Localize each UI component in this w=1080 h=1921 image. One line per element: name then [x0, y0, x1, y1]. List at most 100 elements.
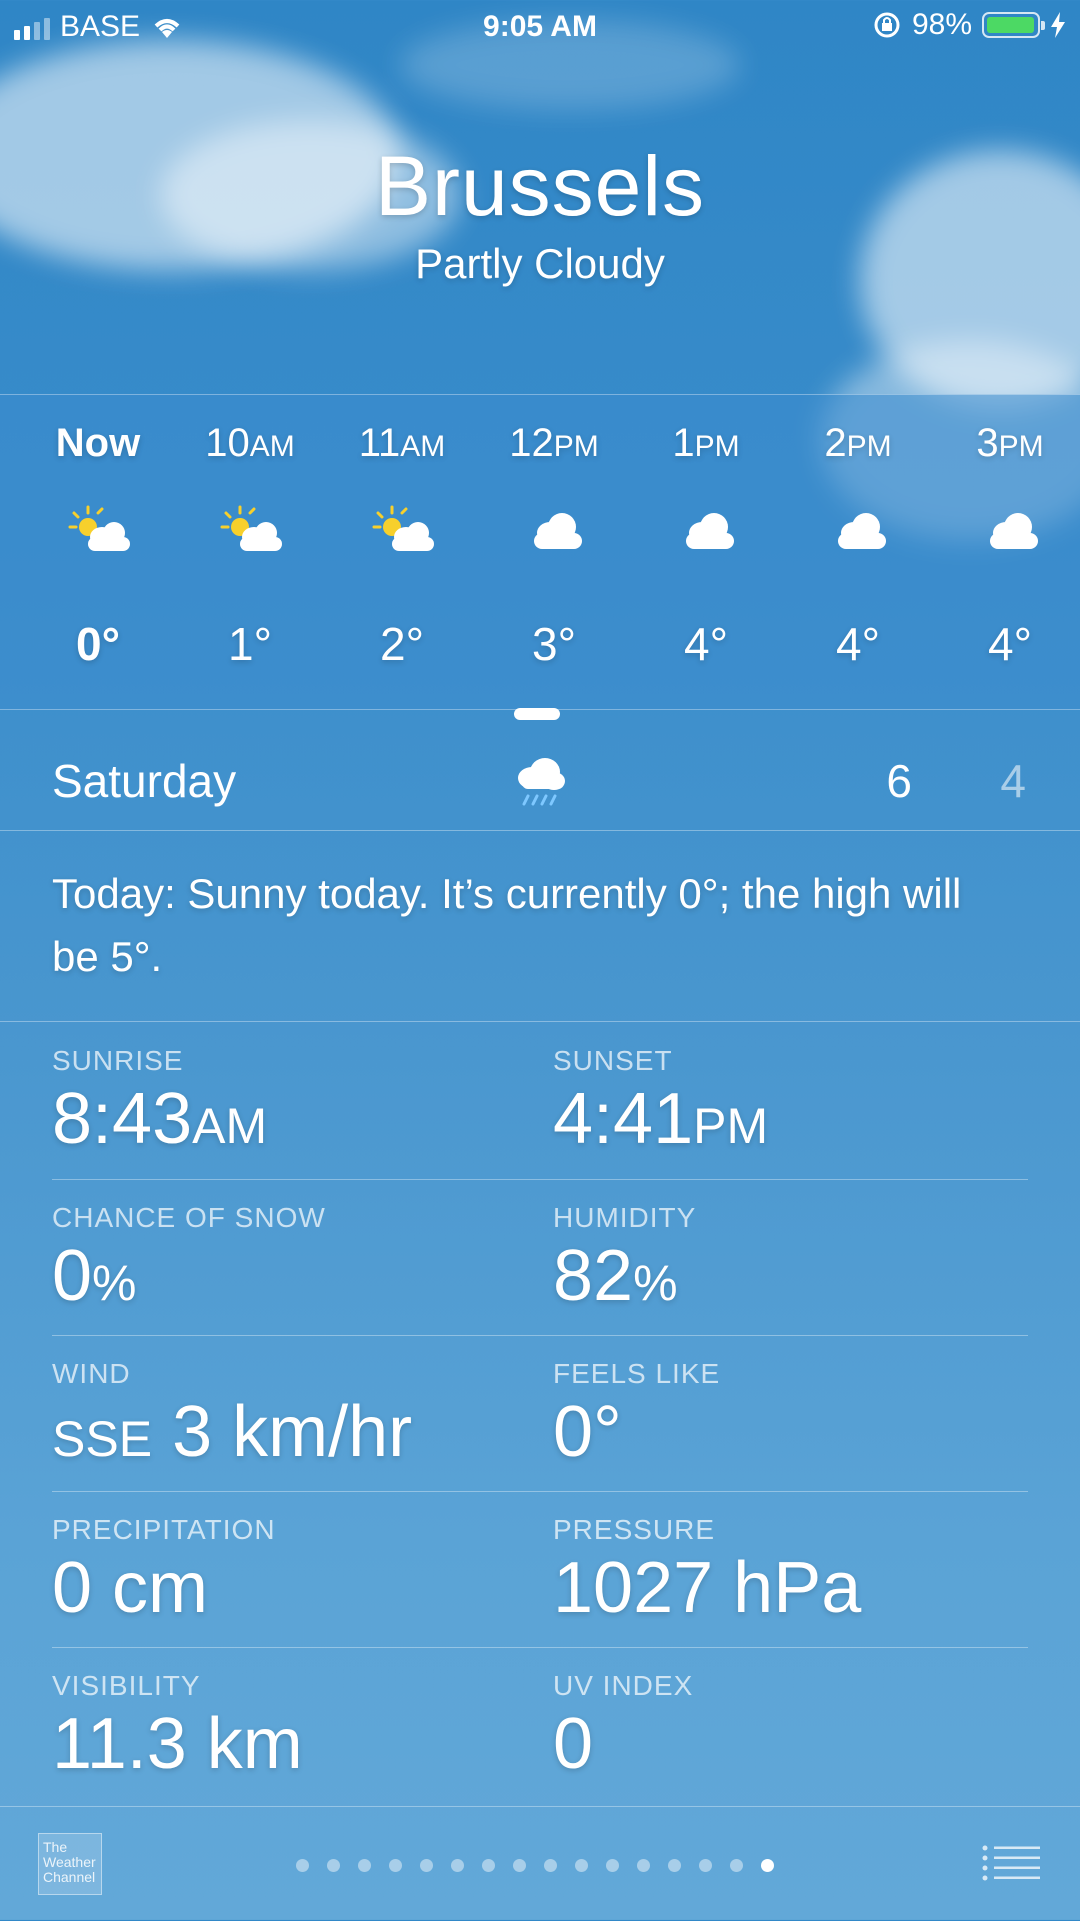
detail-value: 1027 hPa	[553, 1548, 862, 1628]
detail-pressure: PRESSURE 1027 hPa	[553, 1514, 1033, 1624]
today-summary: Today: Sunny today. It’s currently 0°; t…	[52, 870, 962, 980]
cloud-icon	[524, 505, 588, 555]
hourly-time: 11AM	[358, 421, 446, 465]
page-dot[interactable]	[389, 1859, 402, 1872]
divider	[0, 830, 1080, 831]
detail-label: SUNSET	[553, 1045, 673, 1076]
hourly-temp: 4°	[836, 618, 880, 670]
hourly-item: 10AM 1°	[180, 395, 320, 709]
sun-cloud-icon	[372, 505, 436, 555]
page-dot[interactable]	[513, 1859, 526, 1872]
divider	[52, 1647, 1028, 1648]
detail-sunrise: SUNRISE 8:43AM	[52, 1045, 532, 1162]
detail-value: SSE 3 km/hr	[52, 1392, 413, 1472]
detail-uv-index: UV INDEX 0	[553, 1670, 1033, 1780]
hourly-time: 1PM	[672, 421, 740, 465]
hourly-item: Now 0°	[28, 395, 168, 709]
orientation-lock-icon	[874, 12, 900, 38]
current-condition: Partly Cloudy	[415, 240, 665, 287]
cloud-icon	[514, 708, 560, 720]
detail-value: 0%	[52, 1236, 137, 1316]
detail-humidity: HUMIDITY 82%	[553, 1202, 1033, 1319]
page-dot[interactable]	[575, 1859, 588, 1872]
hourly-item: 3PM 4°	[940, 395, 1080, 709]
page-dot[interactable]	[482, 1859, 495, 1872]
detail-chance-of-snow: CHANCE OF SNOW 0%	[52, 1202, 532, 1319]
status-right: 98%	[872, 8, 1066, 42]
detail-value: 0°	[553, 1392, 622, 1472]
hourly-forecast[interactable]: Now 0° 10AM 1° 11AM 2° 12PM 3° 1PM 4° 2PM 4° 3PM 4°	[0, 394, 1080, 710]
hourly-time: 12PM	[509, 421, 599, 465]
page-dot[interactable]	[544, 1859, 557, 1872]
cloud-icon	[828, 505, 892, 555]
page-indicator[interactable]	[296, 1859, 774, 1872]
weather-channel-logo[interactable]: The Weather Channel	[38, 1833, 102, 1895]
detail-label: FEELS LIKE	[553, 1358, 721, 1389]
cloud-icon	[676, 505, 740, 555]
hourly-item: 1PM 4°	[636, 395, 776, 709]
hourly-time: 3PM	[976, 421, 1044, 465]
page-dot[interactable]	[296, 1859, 309, 1872]
page-dot[interactable]	[761, 1859, 774, 1872]
daily-row: Saturday 6 4	[0, 740, 1080, 830]
city-name: Brussels	[374, 139, 706, 233]
city-list-icon[interactable]	[982, 1845, 1040, 1881]
hourly-time: Now	[55, 421, 141, 465]
detail-label: CHANCE OF SNOW	[52, 1202, 326, 1233]
detail-label: HUMIDITY	[553, 1202, 697, 1233]
day-high: 6	[886, 755, 912, 807]
detail-value: 82%	[553, 1236, 678, 1316]
hourly-item: 2PM 4°	[788, 395, 928, 709]
detail-label: VISIBILITY	[52, 1670, 201, 1701]
daily-row-partial	[0, 708, 1080, 722]
battery-icon	[982, 12, 1045, 38]
detail-feels-like: FEELS LIKE 0°	[553, 1358, 1033, 1468]
hourly-temp: 2°	[380, 618, 424, 670]
detail-label: WIND	[52, 1358, 131, 1389]
hourly-item: 11AM 2°	[332, 395, 472, 709]
status-bar: BASE 9:05 AM 98%	[0, 0, 1080, 54]
detail-precipitation: PRECIPITATION 0 cm	[52, 1514, 532, 1624]
detail-label: PRESSURE	[553, 1514, 716, 1545]
page-dot[interactable]	[730, 1859, 743, 1872]
rain-cloud-icon	[518, 758, 565, 806]
sun-cloud-icon	[68, 505, 132, 555]
page-dot[interactable]	[420, 1859, 433, 1872]
hourly-temp: 0°	[76, 618, 120, 670]
page-dot[interactable]	[668, 1859, 681, 1872]
detail-value: 11.3 km	[52, 1704, 303, 1784]
detail-label: PRECIPITATION	[52, 1514, 276, 1545]
page-dot[interactable]	[327, 1859, 340, 1872]
day-low: 4	[1000, 755, 1026, 807]
hourly-item: 12PM 3°	[484, 395, 624, 709]
detail-wind: WIND SSE 3 km/hr	[52, 1358, 532, 1475]
sun-cloud-icon	[220, 505, 284, 555]
divider	[52, 1179, 1028, 1180]
divider	[52, 1335, 1028, 1336]
page-dot[interactable]	[637, 1859, 650, 1872]
detail-label: SUNRISE	[52, 1045, 184, 1076]
detail-sunset: SUNSET 4:41PM	[553, 1045, 1033, 1162]
hourly-time: 2PM	[824, 421, 892, 465]
detail-label: UV INDEX	[553, 1670, 694, 1701]
page-dot[interactable]	[451, 1859, 464, 1872]
hourly-temp: 3°	[532, 618, 576, 670]
detail-value: 4:41PM	[553, 1079, 769, 1159]
hourly-time: 10AM	[205, 421, 295, 465]
hourly-temp: 4°	[988, 618, 1032, 670]
hourly-temp: 1°	[228, 618, 272, 670]
divider	[52, 1491, 1028, 1492]
detail-value: 8:43AM	[52, 1079, 268, 1159]
detail-visibility: VISIBILITY 11.3 km	[52, 1670, 532, 1780]
page-dot[interactable]	[358, 1859, 371, 1872]
page-dot[interactable]	[606, 1859, 619, 1872]
cloud-icon	[980, 505, 1044, 555]
day-name: Saturday	[52, 755, 237, 807]
page-dot[interactable]	[699, 1859, 712, 1872]
detail-value: 0 cm	[52, 1548, 209, 1628]
charging-bolt-icon	[1051, 12, 1065, 38]
bottom-toolbar: The Weather Channel	[0, 1806, 1080, 1921]
battery-percent: 98%	[911, 8, 972, 41]
divider	[0, 1021, 1080, 1022]
hourly-temp: 4°	[684, 618, 728, 670]
